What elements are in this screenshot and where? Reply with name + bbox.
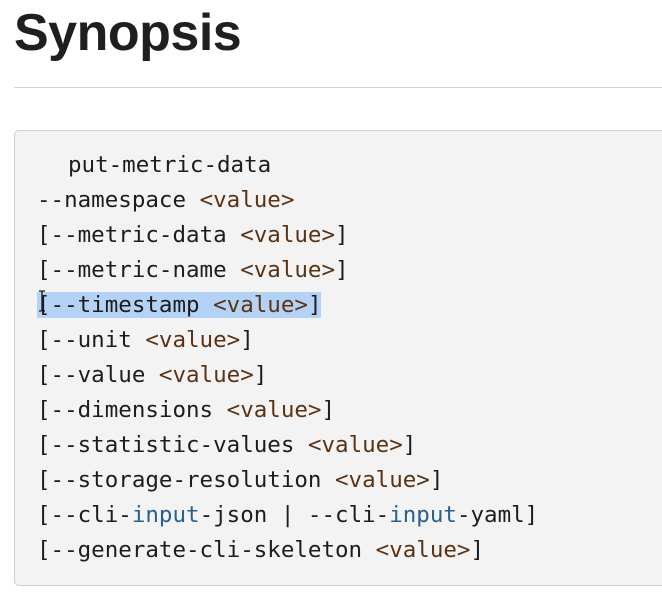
- title-divider: [14, 87, 662, 88]
- value-placeholder: <value>: [158, 362, 254, 388]
- code-line-metric-data: [--metric-data <value>]: [37, 218, 538, 253]
- value-placeholder: <value>: [213, 292, 308, 318]
- option-close: ]: [307, 292, 322, 318]
- value-placeholder: <value>: [307, 432, 403, 458]
- option-close: ]: [321, 397, 336, 423]
- option-text: [--metric-name: [37, 257, 241, 283]
- value-placeholder: <value>: [240, 222, 336, 248]
- option-close: ]: [402, 432, 417, 458]
- code-line-command: put-metric-data: [68, 152, 272, 178]
- option-text: [--unit: [37, 327, 146, 353]
- option-close: ]: [240, 327, 254, 353]
- selected-text[interactable]: [--timestamp <value>]: [37, 292, 322, 318]
- value-placeholder: <value>: [240, 257, 336, 283]
- synopsis-code-block[interactable]: put-metric-data --namespace <value> [--m…: [14, 130, 662, 586]
- code-line-value: [--value <value>]: [37, 358, 538, 393]
- value-placeholder: <value>: [145, 327, 241, 353]
- keyword-input: input: [131, 502, 200, 528]
- option-text: [--statistic-values: [37, 432, 308, 458]
- value-placeholder: <value>: [335, 467, 430, 493]
- keyword-input: input: [389, 502, 457, 528]
- option-close: ]: [429, 467, 444, 493]
- option-text: [--cli-: [37, 502, 132, 528]
- page-title: Synopsis: [14, 4, 242, 62]
- code-line-dimensions: [--dimensions <value>]: [37, 393, 538, 428]
- option-text: [--value: [37, 362, 159, 388]
- option-text: --namespace: [37, 187, 200, 213]
- code-lines: put-metric-data --namespace <value> [--m…: [37, 148, 538, 568]
- option-close: ]: [470, 537, 485, 563]
- option-close: ]: [253, 362, 268, 388]
- code-line-namespace: --namespace <value>: [37, 183, 538, 218]
- code-line-timestamp-selected[interactable]: [--timestamp <value>]: [37, 288, 538, 323]
- value-placeholder: <value>: [199, 187, 295, 213]
- option-text: -json | --cli-: [199, 502, 390, 528]
- option-text: -yaml]: [456, 502, 539, 528]
- code-line-statistic-values: [--statistic-values <value>]: [37, 428, 538, 463]
- code-line-unit: [--unit <value>]: [37, 323, 538, 358]
- option-text: [--generate-cli-skeleton: [37, 537, 376, 563]
- value-placeholder: <value>: [226, 397, 322, 423]
- option-close: ]: [335, 222, 349, 248]
- option-text: [--storage-resolution: [37, 467, 336, 493]
- code-line-cli-input: [--cli-input-json | --cli-input-yaml]: [37, 498, 538, 533]
- code-line-generate-cli-skeleton: [--generate-cli-skeleton <value>]: [37, 533, 538, 568]
- option-text: [--metric-data: [37, 222, 241, 248]
- option-text: [--dimensions: [37, 397, 227, 423]
- value-placeholder: <value>: [375, 537, 471, 563]
- option-close: ]: [335, 257, 349, 283]
- option-text: [--timestamp: [37, 292, 214, 318]
- code-line-storage-resolution: [--storage-resolution <value>]: [37, 463, 538, 498]
- code-line-metric-name: [--metric-name <value>]: [37, 253, 538, 288]
